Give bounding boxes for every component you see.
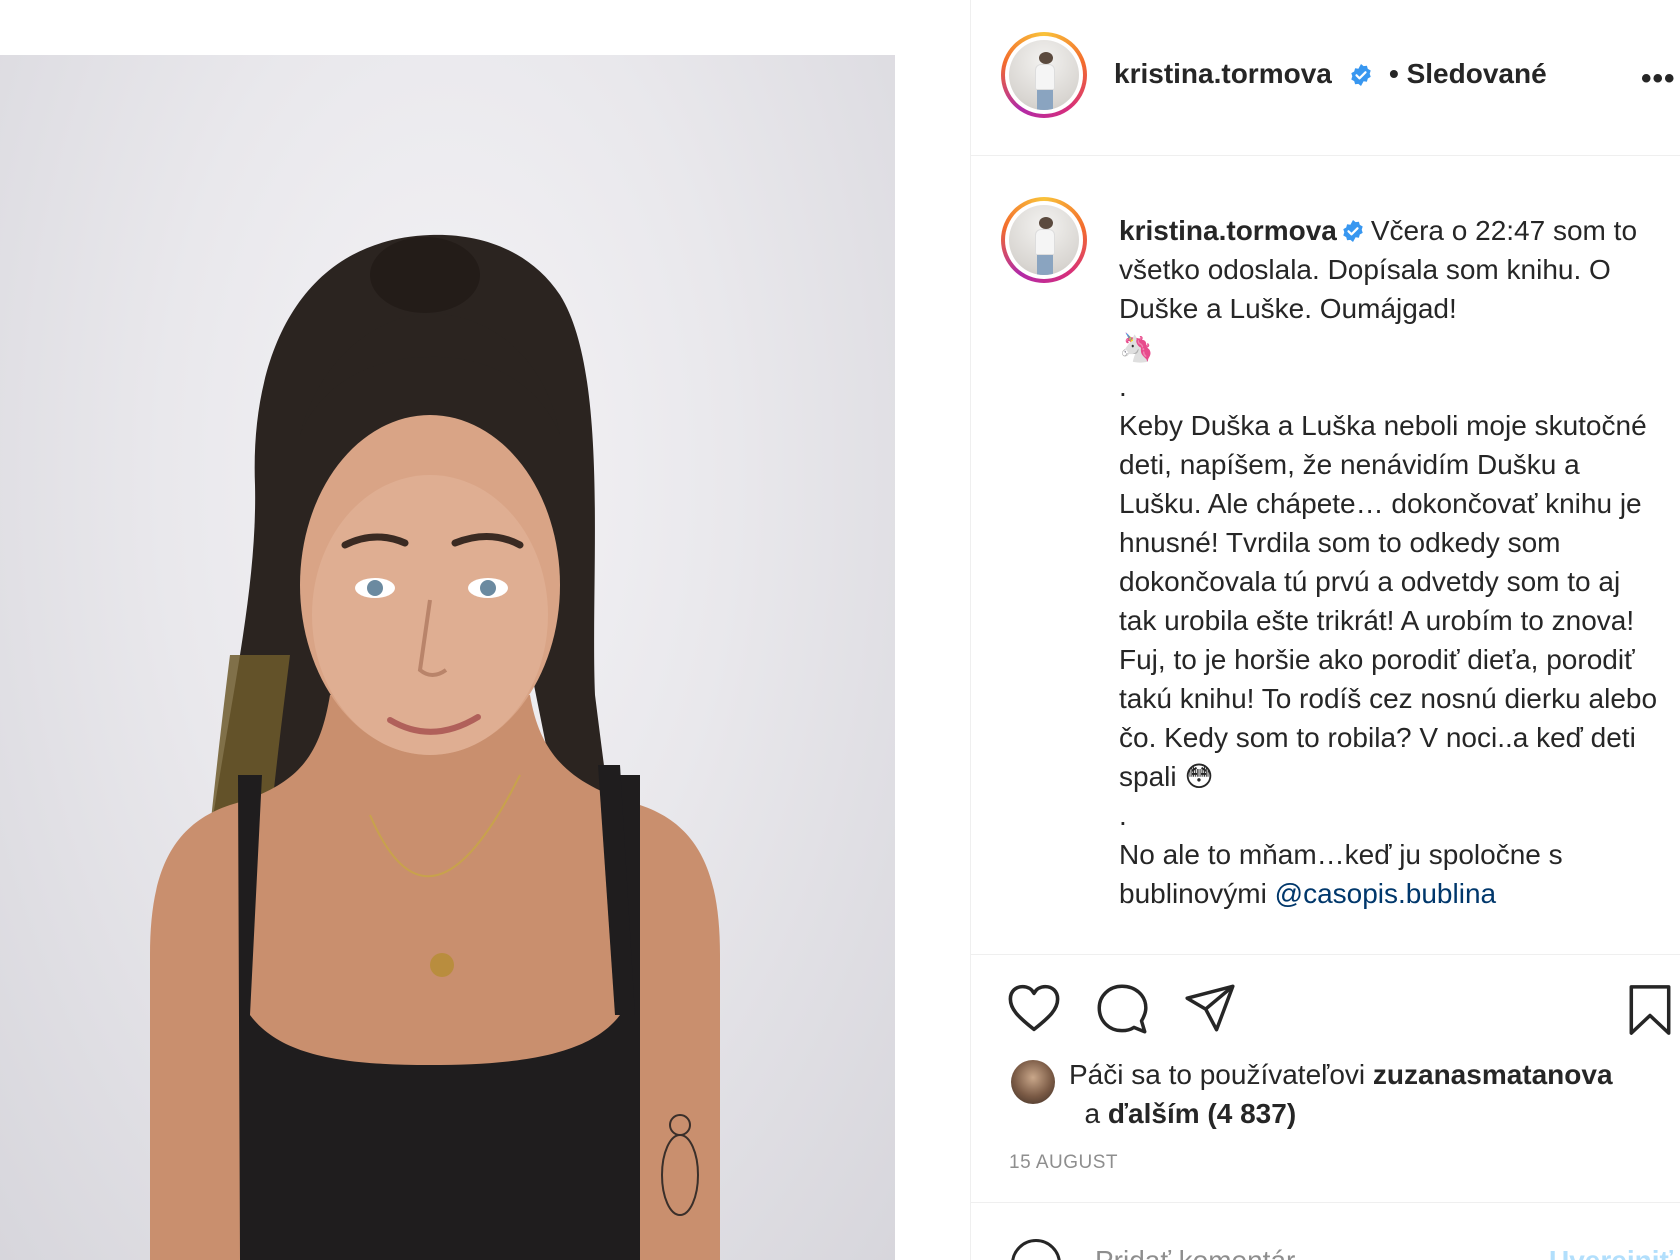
mention-link[interactable]: @casopis.bublina xyxy=(1275,878,1496,909)
post-comment-button[interactable]: Uverejniť xyxy=(1549,1245,1673,1260)
post-side-panel: kristina.tormova • Sledované ••• kristin… xyxy=(970,0,1680,1260)
post-photo[interactable] xyxy=(0,55,895,1260)
comment-bar: Pridať komentár... Uverejniť xyxy=(971,1202,1680,1260)
caption-dot: . xyxy=(1119,800,1127,831)
photo-illustration xyxy=(150,234,720,1260)
header-username[interactable]: kristina.tormova xyxy=(1114,58,1332,90)
caption-paragraph2: Keby Duška a Luška neboli moje skutočné … xyxy=(1119,410,1658,792)
bookmark-icon[interactable] xyxy=(1628,983,1672,1037)
likes-prefix: Páči sa to používateľovi xyxy=(1069,1059,1373,1090)
likes-and: a xyxy=(1076,1098,1108,1129)
heart-icon[interactable] xyxy=(1007,983,1061,1033)
post-date[interactable]: 15 AUGUST xyxy=(1009,1152,1118,1174)
verified-badge-icon xyxy=(1351,64,1371,86)
likes-others-link[interactable]: ďalším (4 837) xyxy=(1108,1098,1296,1129)
unicorn-emoji-icon: 🦄 xyxy=(1119,332,1154,363)
post-actions: Páči sa to používateľovi zuzanasmatanova… xyxy=(971,954,1680,1204)
likes-summary: Páči sa to používateľovi zuzanasmatanova… xyxy=(1069,1055,1669,1133)
caption-username[interactable]: kristina.tormova xyxy=(1119,215,1337,246)
post-header: kristina.tormova • Sledované ••• xyxy=(971,0,1680,156)
comment-input[interactable]: Pridať komentár... xyxy=(1095,1245,1317,1260)
verified-badge-icon xyxy=(1343,220,1363,242)
caption-dot: . xyxy=(1119,371,1127,402)
share-icon[interactable] xyxy=(1183,983,1237,1033)
emoji-icon[interactable] xyxy=(1011,1239,1061,1260)
liker-avatar[interactable] xyxy=(1011,1060,1055,1104)
comment-icon[interactable] xyxy=(1095,983,1149,1035)
caption-text: kristina.tormova Včera o 22:47 som to vše… xyxy=(1119,211,1659,913)
follow-status[interactable]: • Sledované xyxy=(1389,58,1547,90)
more-options-icon[interactable]: ••• xyxy=(1641,62,1676,96)
profile-avatar[interactable] xyxy=(1001,32,1087,118)
liker-username[interactable]: zuzanasmatanova xyxy=(1373,1059,1613,1090)
caption-avatar[interactable] xyxy=(1001,197,1087,283)
flushed-emoji-icon: 😳 xyxy=(1184,761,1214,792)
caption-scroll-area[interactable]: kristina.tormova Včera o 22:47 som to vše… xyxy=(971,157,1680,954)
